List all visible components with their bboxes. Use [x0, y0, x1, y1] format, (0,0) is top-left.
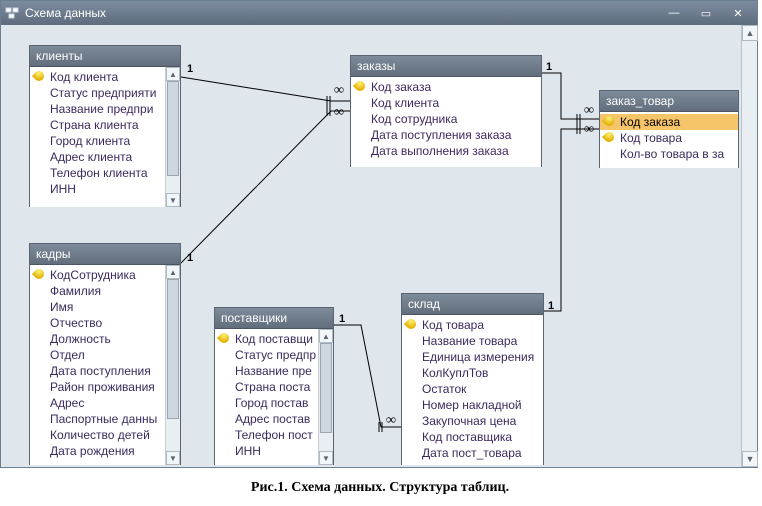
table-field[interactable]: Отчество — [30, 315, 180, 331]
field-list: Код товара Название товара Единица измер… — [402, 315, 543, 463]
table-field[interactable]: Город клиента — [30, 133, 180, 149]
scroll-down-icon[interactable]: ▼ — [166, 193, 180, 207]
rel-one: 1 — [339, 313, 345, 325]
rel-many: ∞ — [334, 105, 344, 121]
window-frame: Схема данных — ▭ ✕ 1 — [0, 0, 758, 468]
scrollbar[interactable]: ▲ ▼ — [165, 67, 180, 207]
table-title[interactable]: клиенты — [30, 46, 180, 67]
table-title[interactable]: заказы — [351, 56, 541, 77]
scroll-thumb[interactable] — [167, 279, 179, 419]
rel-many: ∞ — [584, 103, 594, 119]
table-field[interactable]: Код сотрудника — [351, 111, 541, 127]
table-field[interactable]: Номер накладной — [402, 397, 543, 413]
rel-one: 1 — [546, 61, 552, 73]
rel-many: ∞ — [584, 122, 594, 138]
table-field[interactable]: Код товара — [402, 317, 543, 333]
table-field[interactable]: Страна клиента — [30, 117, 180, 133]
table-field[interactable]: Код товара — [600, 130, 738, 146]
table-field[interactable]: Фамилия — [30, 283, 180, 299]
table-field[interactable]: Адрес постав — [215, 411, 333, 427]
table-order-item[interactable]: заказ_товар Код заказа Код товара Кол-во… — [599, 90, 739, 168]
minimize-button[interactable]: — — [659, 5, 689, 21]
table-field[interactable]: Код поставщи — [215, 331, 333, 347]
window-title: Схема данных — [25, 6, 657, 20]
rel-many: ∞ — [386, 413, 396, 429]
table-field[interactable]: Паспортные данны — [30, 411, 180, 427]
table-field[interactable]: Дата поступления — [30, 363, 180, 379]
table-field[interactable]: Код поставщика — [402, 429, 543, 445]
table-suppliers[interactable]: поставщики Код поставщи Статус предпр На… — [214, 307, 334, 465]
table-field[interactable]: Дата рождения — [30, 443, 180, 459]
rel-one: 1 — [187, 252, 193, 264]
table-field[interactable]: Дата выполнения заказа — [351, 143, 541, 159]
table-field[interactable]: Код клиента — [30, 69, 180, 85]
table-orders[interactable]: заказы Код заказа Код клиента Код сотруд… — [350, 55, 542, 167]
field-list: Код заказа Код клиента Код сотрудника Да… — [351, 77, 541, 161]
maximize-button[interactable]: ▭ — [691, 5, 721, 21]
rel-one: 1 — [548, 300, 554, 312]
table-field[interactable]: Страна поста — [215, 379, 333, 395]
table-field[interactable]: Количество детей — [30, 427, 180, 443]
scroll-down-icon[interactable]: ▼ — [166, 451, 180, 465]
table-title[interactable]: кадры — [30, 244, 180, 265]
table-field[interactable]: Остаток — [402, 381, 543, 397]
scrollbar[interactable]: ▲ ▼ — [318, 329, 333, 465]
scroll-down-icon[interactable]: ▼ — [742, 451, 758, 467]
table-field[interactable]: Код клиента — [351, 95, 541, 111]
close-button[interactable]: ✕ — [723, 5, 753, 21]
titlebar[interactable]: Схема данных — ▭ ✕ — [1, 1, 757, 25]
table-title[interactable]: склад — [402, 294, 543, 315]
scroll-up-icon[interactable]: ▲ — [166, 67, 180, 81]
table-field[interactable]: Название пре — [215, 363, 333, 379]
field-list: Код заказа Код товара Кол-во товара в за — [600, 112, 738, 164]
table-field[interactable]: Отдел — [30, 347, 180, 363]
table-field[interactable]: КодСотрудника — [30, 267, 180, 283]
table-field[interactable]: Телефон клиента — [30, 165, 180, 181]
table-field[interactable]: Дата поступления заказа — [351, 127, 541, 143]
table-field[interactable]: КолКуплТов — [402, 365, 543, 381]
scrollbar[interactable]: ▲ ▼ — [165, 265, 180, 465]
field-list: Код поставщи Статус предпр Название пре … — [215, 329, 333, 461]
rel-one: 1 — [187, 63, 193, 75]
table-field[interactable]: Адрес клиента — [30, 149, 180, 165]
table-field[interactable]: Единица измерения — [402, 349, 543, 365]
table-field[interactable]: Статус предпр — [215, 347, 333, 363]
table-field[interactable]: ИНН — [30, 181, 180, 197]
table-field[interactable]: Код заказа — [351, 79, 541, 95]
table-field[interactable]: Закупочная цена — [402, 413, 543, 429]
table-field[interactable]: Название товара — [402, 333, 543, 349]
relationship-canvas[interactable]: 1 ∞ 1 ∞ 1 ∞ 1 ∞ 1 ∞ клиенты Код клиента … — [1, 25, 741, 467]
table-staff[interactable]: кадры КодСотрудника Фамилия Имя Отчество… — [29, 243, 181, 465]
figure-caption: Рис.1. Схема данных. Структура таблиц. — [0, 480, 760, 496]
scroll-down-icon[interactable]: ▼ — [319, 451, 333, 465]
canvas-scrollbar[interactable]: ▲ ▼ — [741, 25, 757, 467]
scroll-thumb[interactable] — [167, 81, 179, 176]
table-field[interactable]: Кол-во товара в за — [600, 146, 738, 162]
table-title[interactable]: заказ_товар — [600, 91, 738, 112]
table-field[interactable]: Город постав — [215, 395, 333, 411]
field-list: КодСотрудника Фамилия Имя Отчество Должн… — [30, 265, 180, 461]
table-field[interactable]: ИНН — [215, 443, 333, 459]
table-field[interactable]: Телефон пост — [215, 427, 333, 443]
table-field[interactable]: Имя — [30, 299, 180, 315]
table-field[interactable]: Должность — [30, 331, 180, 347]
table-stock[interactable]: склад Код товара Название товара Единица… — [401, 293, 544, 465]
table-clients[interactable]: клиенты Код клиента Статус предприяти На… — [29, 45, 181, 207]
field-list: Код клиента Статус предприяти Название п… — [30, 67, 180, 199]
scroll-up-icon[interactable]: ▲ — [742, 25, 758, 41]
app-icon — [5, 6, 19, 20]
scroll-up-icon[interactable]: ▲ — [319, 329, 333, 343]
table-field[interactable]: Район проживания — [30, 379, 180, 395]
table-field[interactable]: Код заказа — [600, 114, 738, 130]
table-title[interactable]: поставщики — [215, 308, 333, 329]
table-field[interactable]: Дата пост_товара — [402, 445, 543, 461]
table-field[interactable]: Название предпри — [30, 101, 180, 117]
table-field[interactable]: Статус предприяти — [30, 85, 180, 101]
table-field[interactable]: Адрес — [30, 395, 180, 411]
scroll-up-icon[interactable]: ▲ — [166, 265, 180, 279]
rel-many: ∞ — [334, 83, 344, 99]
scroll-thumb[interactable] — [320, 343, 332, 433]
